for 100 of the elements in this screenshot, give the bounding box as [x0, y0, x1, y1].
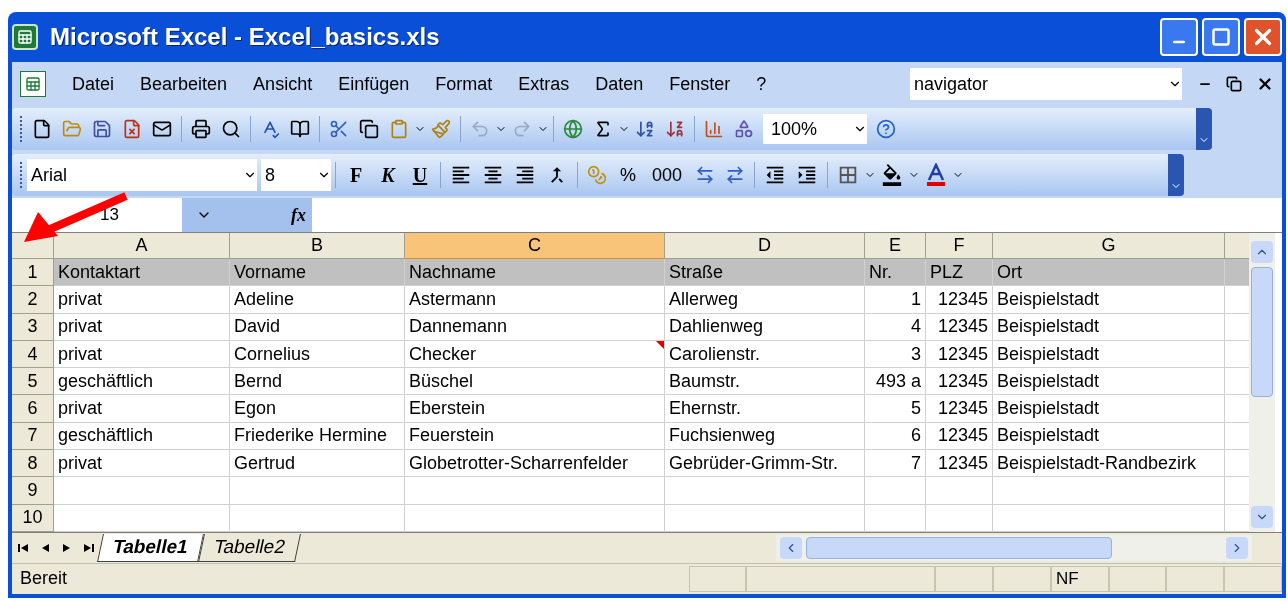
table-cell: Allerweg [665, 286, 865, 314]
horizontal-scrollbar[interactable] [776, 534, 1252, 561]
table-cell: privat [54, 450, 230, 478]
row-header[interactable]: 9 [12, 477, 54, 505]
row-header[interactable]: 4 [12, 340, 54, 369]
maximize-button[interactable] [1202, 18, 1240, 56]
maximize-icon [1211, 27, 1231, 47]
column-header[interactable]: G [993, 233, 1225, 259]
table-cell: Beispielstadt-Randbezirk [993, 450, 1225, 478]
scroll-up-icon[interactable] [1251, 241, 1273, 263]
window-title: Microsoft Excel - Excel_basics.xls [50, 22, 440, 52]
scroll-left-icon[interactable] [780, 536, 802, 559]
function-label[interactable]: fx [291, 201, 306, 229]
table-cell: Adeline [230, 286, 405, 314]
row-header[interactable]: 7 [12, 422, 54, 451]
table-cell: privat [54, 340, 230, 369]
status-text: Bereit [19, 567, 69, 591]
vertical-scrollbar[interactable] [1249, 233, 1275, 532]
menu-item[interactable]: Ansicht [253, 70, 313, 98]
table-cell: privat [54, 313, 230, 341]
bold-button[interactable]: F [340, 160, 372, 190]
help-search-field[interactable]: navigator [910, 68, 1182, 100]
menu-item[interactable]: Extras [518, 70, 570, 98]
menu-item[interactable]: Fenster [669, 70, 731, 98]
table-cell: Carolienstr. [665, 340, 865, 369]
percent-button[interactable]: % [612, 160, 644, 190]
scroll-down-icon[interactable] [1251, 505, 1273, 528]
row-header[interactable]: 8 [12, 450, 54, 478]
table-cell: Kontaktart [54, 259, 230, 287]
table-cell: Bernd [230, 368, 405, 396]
zoom-field[interactable]: 100% [763, 114, 867, 144]
column-header[interactable]: B [230, 233, 405, 259]
toolbar-options-icon[interactable] [1196, 108, 1212, 150]
row-header[interactable]: 1 [12, 259, 54, 287]
table-cell: Dahlienweg [665, 313, 865, 341]
excel-app-icon [12, 24, 38, 50]
table-cell: Nachname [405, 259, 665, 287]
table-cell: Büschel [405, 368, 665, 396]
menu-item[interactable]: Format [435, 70, 493, 98]
table-cell: 4 [865, 313, 926, 341]
row-header[interactable]: 3 [12, 313, 54, 341]
scroll-thumb[interactable] [1251, 267, 1273, 397]
scroll-thumb[interactable] [806, 536, 1112, 559]
toolbar-options-icon[interactable] [1168, 154, 1184, 196]
table-cell: Gertrud [230, 450, 405, 478]
table-cell: 6 [865, 422, 926, 451]
table-cell: Nr. [865, 259, 926, 287]
column-header[interactable]: D [665, 233, 865, 259]
table-cell: Straße [665, 259, 865, 287]
column-header[interactable]: F [926, 233, 993, 259]
table-cell: Beispielstadt [993, 340, 1225, 369]
table-cell: 12345 [926, 450, 993, 478]
menu-item[interactable]: Datei [72, 70, 115, 98]
table-cell: Astermann [405, 286, 665, 314]
table-cell: PLZ [926, 259, 993, 287]
menu-item[interactable]: Bearbeiten [140, 70, 228, 98]
underline-button[interactable]: U [404, 160, 436, 190]
menu-item[interactable]: Daten [595, 70, 644, 98]
table-cell: Fuchsienweg [665, 422, 865, 451]
table-cell: 1 [865, 286, 926, 314]
sheet-tab[interactable]: Tabelle2 [197, 533, 301, 562]
restore-workbook-icon[interactable] [1226, 76, 1242, 92]
row-header[interactable]: 2 [12, 286, 54, 314]
row-header[interactable]: 10 [12, 504, 54, 532]
italic-button[interactable]: K [372, 160, 404, 190]
minimize-button[interactable] [1160, 18, 1198, 56]
column-header[interactable]: C [405, 233, 665, 259]
menu-item[interactable]: ? [756, 70, 767, 98]
workbook-icon[interactable] [20, 71, 46, 97]
table-cell: Beispielstadt [993, 395, 1225, 423]
table-cell: David [230, 313, 405, 341]
menu-item[interactable]: Einfügen [338, 70, 410, 98]
table-cell: Gebrüder-Grimm-Str. [665, 450, 865, 478]
column-header[interactable]: E [865, 233, 926, 259]
font-size-field[interactable]: 8 [261, 159, 331, 191]
close-button[interactable] [1244, 18, 1282, 56]
close-workbook-icon[interactable] [1256, 75, 1274, 93]
table-cell: Beispielstadt [993, 422, 1225, 451]
row-header[interactable]: 5 [12, 368, 54, 396]
table-cell: Egon [230, 395, 405, 423]
table-cell: Cornelius [230, 340, 405, 369]
table-cell: 5 [865, 395, 926, 423]
table-cell: Vorname [230, 259, 405, 287]
font-field[interactable]: Arial [27, 159, 257, 191]
table-cell: Eberstein [405, 395, 665, 423]
table-cell: privat [54, 395, 230, 423]
table-cell: 493 a [865, 368, 926, 396]
table-cell: Beispielstadt [993, 368, 1225, 396]
table-cell: Ort [993, 259, 1225, 287]
table-cell: Beispielstadt [993, 286, 1225, 314]
table-cell: Beispielstadt [993, 313, 1225, 341]
table-cell: Baumstr. [665, 368, 865, 396]
table-cell: 12345 [926, 395, 993, 423]
thousands-button[interactable]: 000 [644, 160, 691, 190]
table-cell: 12345 [926, 422, 993, 451]
scroll-right-icon[interactable] [1226, 536, 1248, 559]
table-cell: Checker [405, 340, 665, 369]
sheet-tab[interactable]: Tabelle1 [97, 533, 204, 562]
column-header[interactable]: A [54, 233, 230, 259]
row-header[interactable]: 6 [12, 395, 54, 423]
